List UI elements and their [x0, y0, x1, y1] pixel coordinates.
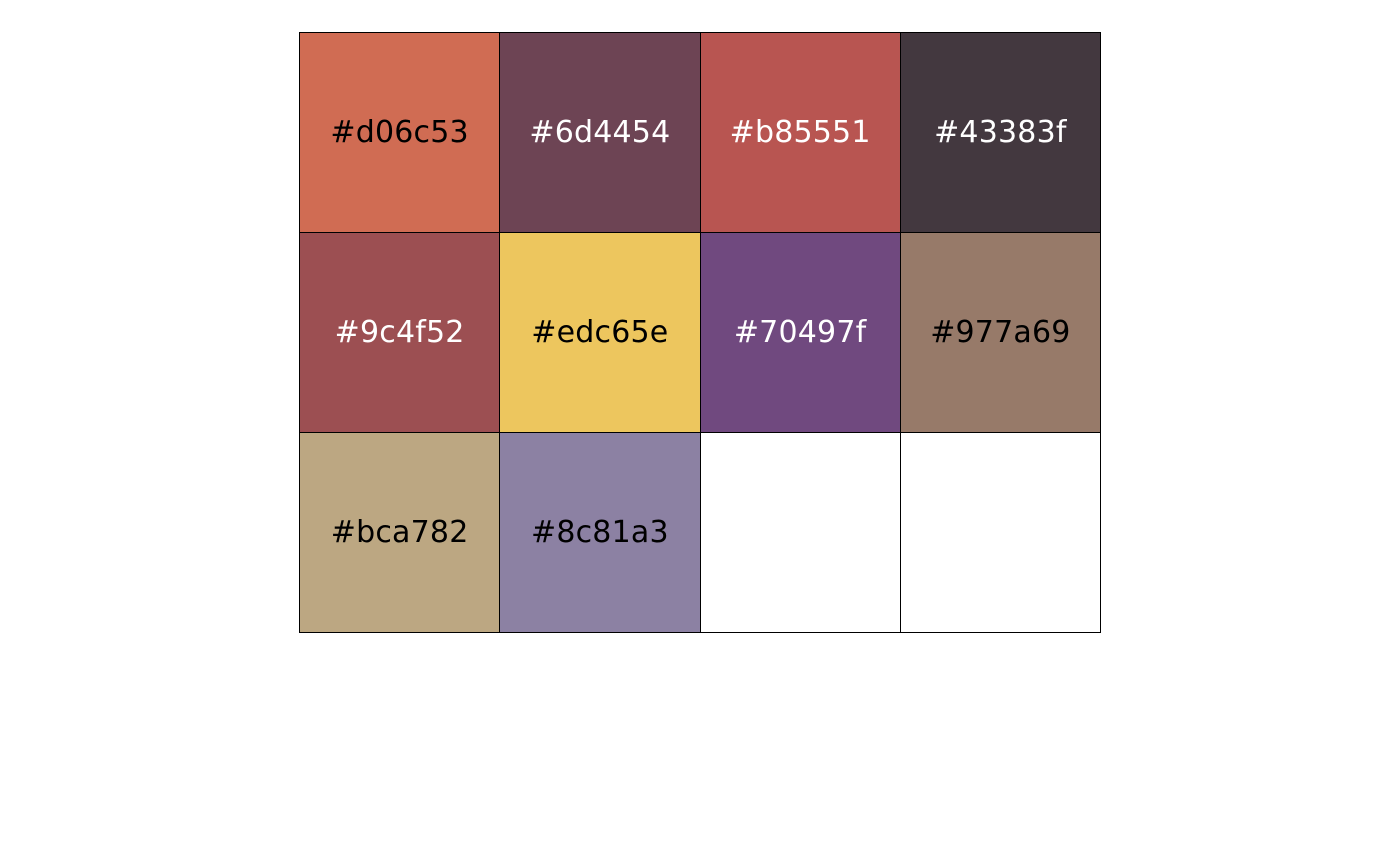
- swatch-hex-label: #8c81a3: [530, 515, 669, 550]
- color-swatch: #43383f: [900, 33, 1101, 233]
- swatch-hex-label: #9c4f52: [334, 315, 465, 350]
- color-swatch: #977a69: [900, 233, 1101, 433]
- swatch-hex-label: #b85551: [729, 115, 871, 150]
- color-swatch: #70497f: [700, 233, 901, 433]
- swatch-hex-label: #6d4454: [529, 115, 671, 150]
- color-swatch: #d06c53: [300, 33, 501, 233]
- color-swatch: #edc65e: [500, 233, 701, 433]
- color-swatch: #8c81a3: [500, 433, 701, 633]
- swatch-hex-label: #977a69: [930, 315, 1071, 350]
- color-swatch: #b85551: [700, 33, 901, 233]
- empty-swatch: [700, 433, 901, 633]
- swatch-hex-label: #70497f: [733, 315, 867, 350]
- swatch-hex-label: #d06c53: [330, 115, 469, 150]
- swatch-hex-label: #43383f: [934, 115, 1067, 150]
- empty-swatch: [900, 433, 1101, 633]
- color-palette-grid: #d06c53 #6d4454 #b85551 #43383f #9c4f52 #edc6…: [299, 32, 1101, 633]
- swatch-hex-label: #edc65e: [531, 315, 669, 350]
- swatch-hex-label: #bca782: [330, 515, 469, 550]
- color-swatch: #6d4454: [500, 33, 701, 233]
- color-swatch: #9c4f52: [300, 233, 501, 433]
- color-swatch: #bca782: [300, 433, 501, 633]
